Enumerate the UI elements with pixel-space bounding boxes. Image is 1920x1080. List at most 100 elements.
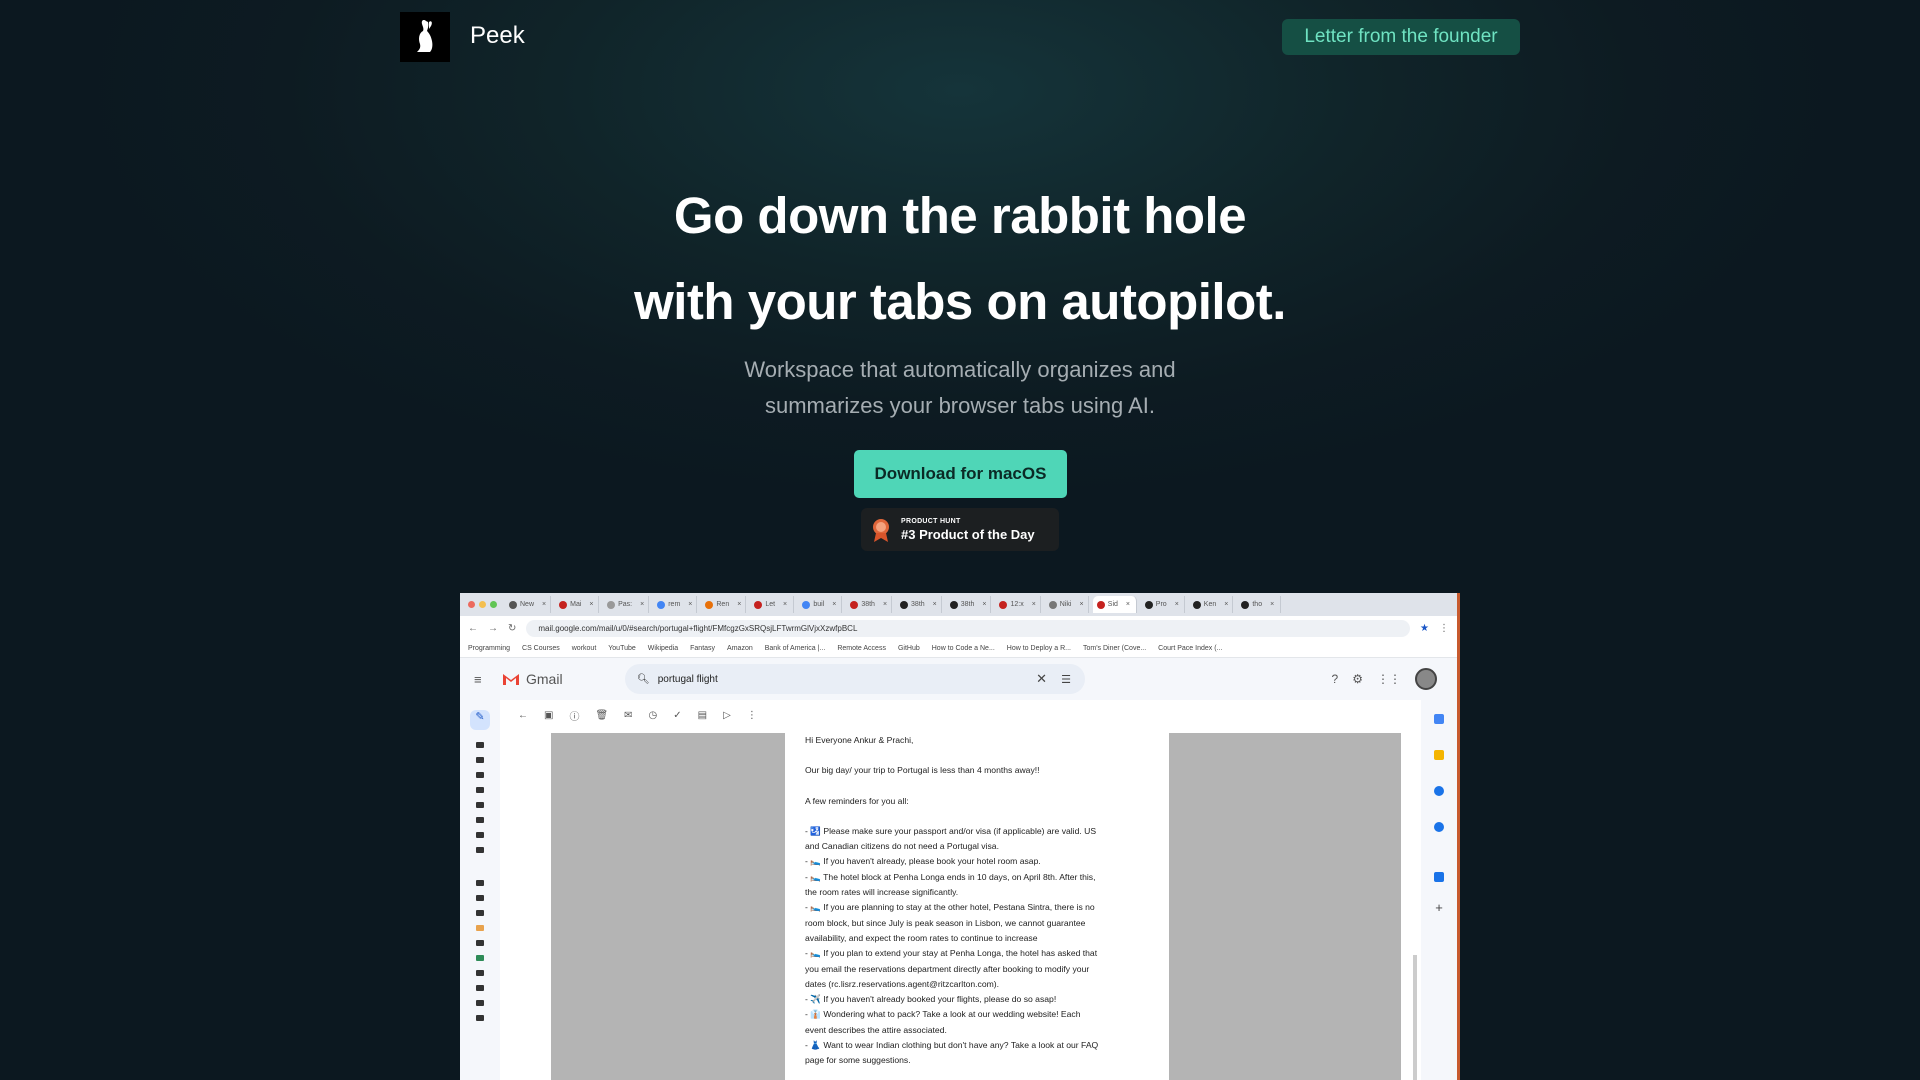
browser-tab[interactable]: Pro × bbox=[1141, 596, 1185, 613]
browser-tab[interactable]: New × bbox=[505, 596, 552, 613]
bookmark-item[interactable]: How to Code a Ne... bbox=[932, 645, 995, 652]
url-field[interactable]: mail.google.com/mail/u/0/#search/portuga… bbox=[526, 619, 1411, 637]
settings-gear-icon[interactable]: ⚙ bbox=[1352, 672, 1363, 686]
bookmark-item[interactable]: Programming bbox=[468, 645, 510, 652]
browser-tab[interactable]: tho × bbox=[1237, 596, 1282, 613]
browser-tab[interactable]: Sid × bbox=[1092, 596, 1137, 613]
snooze-icon[interactable]: ◷ bbox=[649, 710, 658, 721]
browser-tab[interactable]: Pas: × bbox=[603, 596, 650, 613]
tab-close-icon[interactable]: × bbox=[688, 601, 692, 608]
more-options-icon[interactable]: ⋮ bbox=[747, 710, 757, 721]
tab-close-icon[interactable]: × bbox=[737, 601, 741, 608]
search-options-icon[interactable]: ☰ bbox=[1061, 673, 1071, 686]
tab-close-icon[interactable]: × bbox=[783, 601, 787, 608]
gmail-brand[interactable]: Gmail bbox=[502, 671, 563, 687]
browser-tab[interactable]: Ren × bbox=[701, 596, 747, 613]
tab-close-icon[interactable]: × bbox=[982, 601, 986, 608]
tab-close-icon[interactable]: × bbox=[1032, 601, 1036, 608]
tab-close-icon[interactable]: × bbox=[1079, 601, 1083, 608]
label-icon[interactable] bbox=[476, 880, 484, 886]
bookmark-item[interactable]: Tom's Diner (Cove... bbox=[1083, 645, 1146, 652]
bookmark-item[interactable]: CS Courses bbox=[522, 645, 560, 652]
tab-close-icon[interactable]: × bbox=[542, 601, 546, 608]
browser-tab[interactable]: 12:x × bbox=[995, 596, 1041, 613]
forward-arrow-icon[interactable]: → bbox=[488, 623, 498, 634]
contacts-icon[interactable] bbox=[1434, 822, 1444, 832]
hamburger-icon[interactable]: ≡ bbox=[474, 672, 482, 687]
bookmark-item[interactable]: Bank of America |... bbox=[765, 645, 826, 652]
bookmark-item[interactable]: Court Pace Index (... bbox=[1158, 645, 1222, 652]
brand-name[interactable]: Peek bbox=[470, 22, 525, 50]
tab-close-icon[interactable]: × bbox=[832, 601, 836, 608]
back-arrow-icon[interactable]: ← bbox=[468, 623, 478, 634]
calendar-icon[interactable] bbox=[1434, 714, 1444, 724]
download-macos-button[interactable]: Download for macOS bbox=[854, 450, 1067, 498]
more-icon[interactable] bbox=[476, 847, 484, 853]
label-icon[interactable] bbox=[476, 940, 484, 946]
mark-unread-icon[interactable]: ✉ bbox=[624, 710, 632, 721]
clear-search-icon[interactable]: ✕ bbox=[1036, 671, 1047, 687]
bookmark-item[interactable]: Wikipedia bbox=[648, 645, 678, 652]
star-icon[interactable]: ★ bbox=[1420, 623, 1429, 634]
peek-logo[interactable] bbox=[400, 12, 450, 62]
apps-grid-icon[interactable]: ⋮⋮ bbox=[1377, 672, 1401, 686]
label-icon[interactable] bbox=[476, 985, 484, 991]
avatar[interactable] bbox=[1415, 668, 1437, 690]
tab-close-icon[interactable]: × bbox=[883, 601, 887, 608]
browser-tab[interactable]: Mai × bbox=[555, 596, 600, 613]
delete-icon[interactable]: 🗑︎ bbox=[595, 710, 608, 721]
label-icon[interactable] bbox=[476, 1000, 484, 1006]
starred-icon[interactable] bbox=[476, 757, 484, 763]
menu-dots-icon[interactable]: ⋮ bbox=[1439, 623, 1449, 634]
bookmark-item[interactable]: Remote Access bbox=[837, 645, 886, 652]
sent-icon[interactable] bbox=[476, 802, 484, 808]
drafts-icon[interactable] bbox=[476, 817, 484, 823]
tasks-icon[interactable] bbox=[1434, 786, 1444, 796]
archive-icon[interactable]: ▣ bbox=[544, 710, 553, 721]
letter-from-founder-button[interactable]: Letter from the founder bbox=[1282, 19, 1520, 55]
zoom-icon[interactable] bbox=[1434, 872, 1444, 882]
tab-close-icon[interactable]: × bbox=[1224, 601, 1228, 608]
report-spam-icon[interactable]: ⓘ bbox=[569, 708, 579, 723]
bookmark-item[interactable]: GitHub bbox=[898, 645, 920, 652]
important-icon[interactable] bbox=[476, 787, 484, 793]
add-addon-icon[interactable]: + bbox=[1421, 900, 1457, 915]
label-icon[interactable] bbox=[476, 925, 484, 931]
move-to-icon[interactable]: ▤ bbox=[698, 710, 707, 721]
gmail-search-input[interactable]: 🔍︎ portugal flight ✕ ☰ bbox=[625, 664, 1085, 694]
tab-close-icon[interactable]: × bbox=[640, 601, 644, 608]
bookmark-item[interactable]: Amazon bbox=[727, 645, 753, 652]
browser-tab[interactable]: Let × bbox=[750, 596, 795, 613]
label-icon[interactable] bbox=[476, 895, 484, 901]
back-icon[interactable]: ← bbox=[518, 710, 528, 721]
browser-tab[interactable]: Ken × bbox=[1189, 596, 1234, 613]
browser-tab[interactable]: rem × bbox=[653, 596, 698, 613]
label-icon[interactable] bbox=[476, 955, 484, 961]
tab-close-icon[interactable]: × bbox=[1175, 601, 1179, 608]
product-hunt-badge[interactable]: PRODUCT HUNT #3 Product of the Day bbox=[861, 508, 1059, 551]
tab-close-icon[interactable]: × bbox=[1126, 601, 1130, 608]
tab-close-icon[interactable]: × bbox=[933, 601, 937, 608]
email-scrollbar[interactable] bbox=[1413, 955, 1417, 1080]
categories-icon[interactable] bbox=[476, 832, 484, 838]
label-icon[interactable] bbox=[476, 970, 484, 976]
snoozed-icon[interactable] bbox=[476, 772, 484, 778]
browser-tab[interactable]: 38th × bbox=[946, 596, 992, 613]
bookmark-item[interactable]: workout bbox=[572, 645, 597, 652]
browser-tab[interactable]: 38th × bbox=[896, 596, 942, 613]
bookmark-item[interactable]: YouTube bbox=[608, 645, 636, 652]
bookmark-item[interactable]: How to Deploy a R... bbox=[1007, 645, 1071, 652]
labels-icon[interactable]: ▷ bbox=[723, 710, 731, 721]
tab-close-icon[interactable]: × bbox=[589, 601, 593, 608]
inbox-icon[interactable] bbox=[476, 742, 484, 748]
compose-pencil-icon[interactable]: ✎ bbox=[470, 710, 490, 730]
bookmark-item[interactable]: Fantasy bbox=[690, 645, 715, 652]
browser-tab[interactable]: Niki × bbox=[1045, 596, 1089, 613]
tab-close-icon[interactable]: × bbox=[1270, 601, 1274, 608]
add-task-icon[interactable]: ✓ bbox=[673, 710, 681, 721]
label-icon[interactable] bbox=[476, 910, 484, 916]
browser-tab[interactable]: 38th × bbox=[846, 596, 893, 613]
keep-icon[interactable] bbox=[1434, 750, 1444, 760]
help-icon[interactable]: ? bbox=[1332, 672, 1339, 686]
browser-tab[interactable]: buil × bbox=[798, 596, 843, 613]
